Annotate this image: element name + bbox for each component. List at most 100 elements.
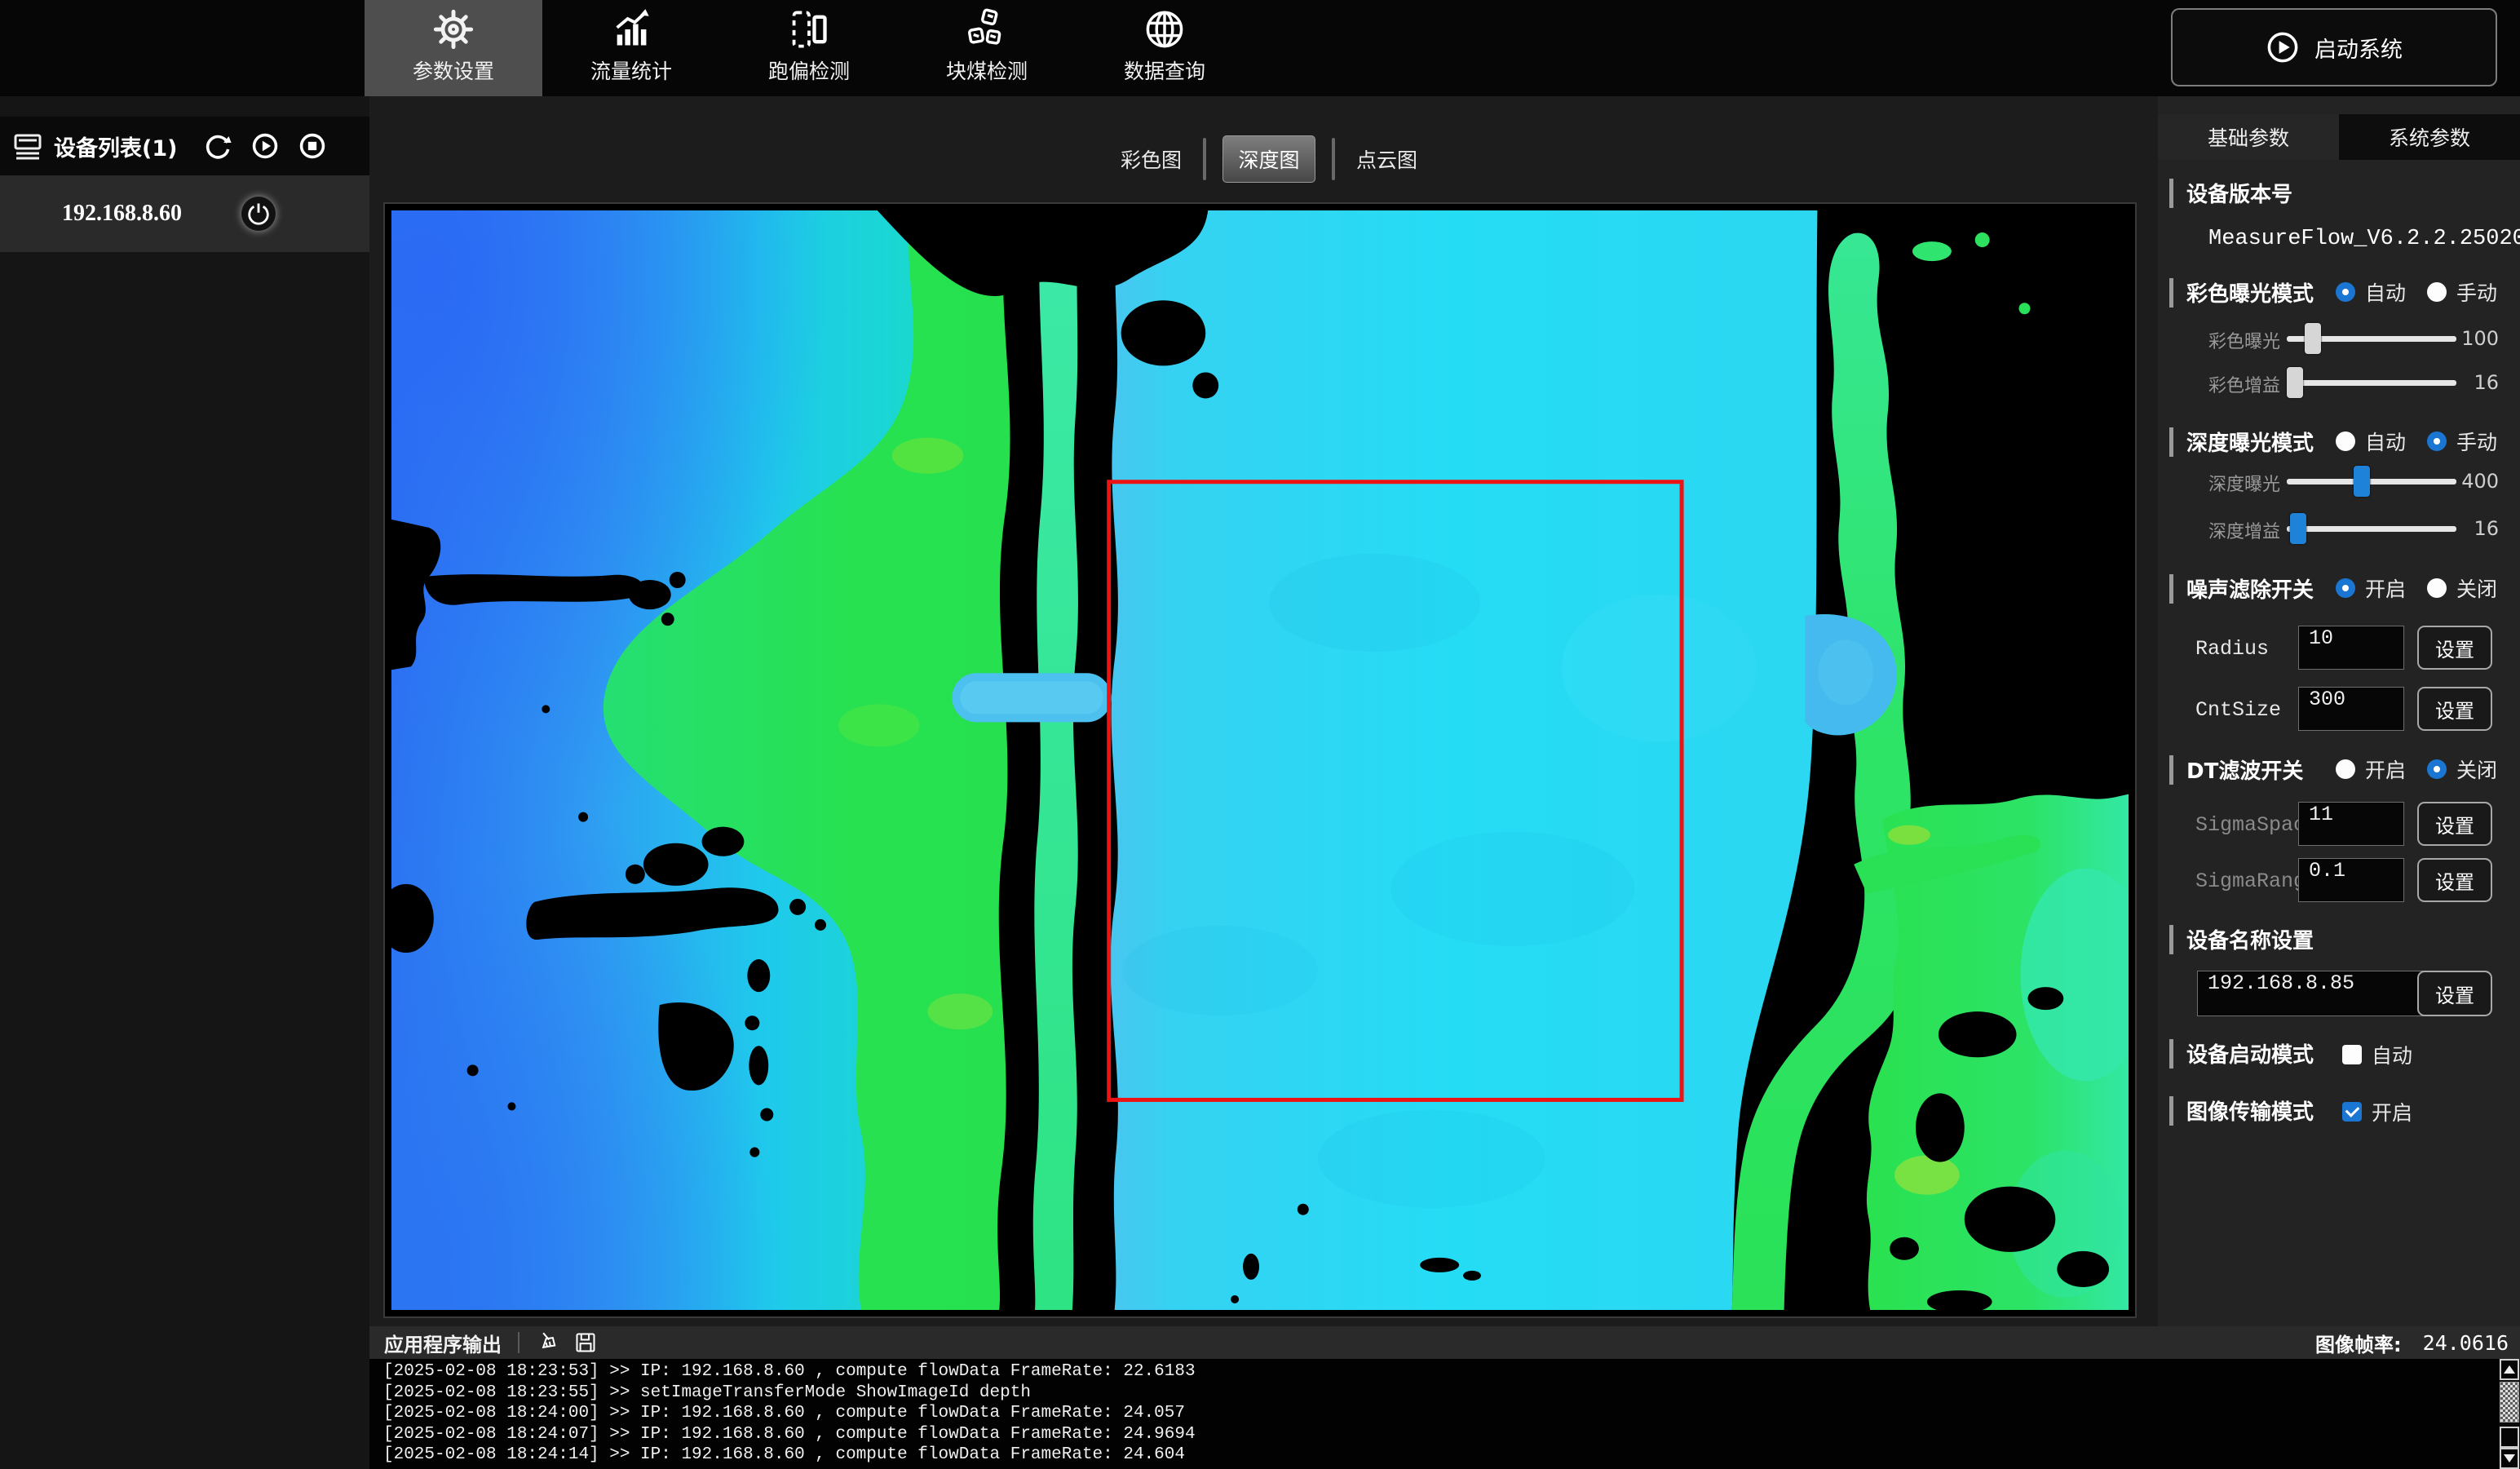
section-title: 深度曝光模式 <box>2186 427 2314 457</box>
top-toolbar: 参数设置 流量统计 跑偏检测 <box>0 0 2520 96</box>
slider-value: 400 <box>2460 470 2499 493</box>
refresh-devices-button[interactable] <box>201 130 234 162</box>
parameters-panel: 基础参数 系统参数 设备版本号 MeasureFlow_V6.2.2.25020… <box>2158 96 2520 1326</box>
radio-manual-label: 手动 <box>2456 277 2497 307</box>
device-name-row: 192.168.8.85 设置 <box>2158 971 2520 1016</box>
sigmarange-set-button[interactable]: 设置 <box>2417 858 2492 902</box>
cntsize-set-button[interactable]: 设置 <box>2417 687 2492 731</box>
transfer-enabled-checkbox[interactable] <box>2342 1102 2362 1122</box>
radio-off[interactable] <box>2427 759 2447 779</box>
toolbar-tab-flow-statistics[interactable]: 流量统计 <box>542 0 720 96</box>
toolbar-tab-label: 跑偏检测 <box>768 55 850 85</box>
section-accent-bar <box>2169 179 2173 208</box>
tab-system-params[interactable]: 系统参数 <box>2339 114 2520 160</box>
deviation-icon <box>788 8 830 51</box>
tab-separator <box>1332 138 1335 180</box>
device-name-set-button[interactable]: 设置 <box>2417 971 2492 1016</box>
console-scrollbar[interactable] <box>2499 1359 2520 1469</box>
slider-label: 深度曝光 <box>2191 470 2280 496</box>
radio-auto-label: 自动 <box>2365 277 2406 307</box>
log-console[interactable]: [2025-02-08 18:23:53] >> IP: 192.168.8.6… <box>369 1359 2520 1469</box>
radio-auto[interactable] <box>2336 431 2355 451</box>
device-power-button[interactable] <box>241 197 276 231</box>
toolbar-tab-deviation-detect[interactable]: 跑偏检测 <box>720 0 898 96</box>
slider-handle[interactable] <box>2287 367 2303 398</box>
toolbar-tab-coal-detect[interactable]: 块煤检测 <box>898 0 1076 96</box>
output-separator <box>518 1332 519 1353</box>
radio-manual[interactable] <box>2427 282 2447 302</box>
depth-gain-slider[interactable] <box>2287 526 2456 532</box>
radio-on-label: 开启 <box>2365 573 2406 603</box>
section-accent-bar <box>2169 574 2173 604</box>
depth-image-frame <box>383 202 2137 1318</box>
start-mode-checkbox-row: 自动 <box>2342 1040 2434 1069</box>
slider-handle[interactable] <box>2290 513 2306 544</box>
section-accent-bar <box>2169 1039 2173 1069</box>
section-accent-bar <box>2169 427 2173 457</box>
slider-handle[interactable] <box>2354 466 2370 497</box>
start-system-button[interactable]: 启动系统 <box>2171 8 2497 86</box>
device-list-item[interactable]: 192.168.8.60 <box>0 175 369 252</box>
color-exposure-slider[interactable] <box>2287 336 2456 342</box>
radius-input[interactable]: 10 <box>2298 626 2404 670</box>
tab-basic-params[interactable]: 基础参数 <box>2158 114 2339 160</box>
cntsize-field-row: CntSize 300 设置 <box>2158 687 2520 732</box>
slider-label: 彩色增益 <box>2191 371 2280 397</box>
radio-auto[interactable] <box>2336 282 2355 302</box>
scroll-down-button[interactable] <box>2500 1448 2519 1469</box>
radio-manual-label: 手动 <box>2456 427 2497 456</box>
log-line: [2025-02-08 18:24:00] >> IP: 192.168.8.6… <box>383 1403 2487 1424</box>
transfer-mode-checkbox-row: 开启 <box>2342 1097 2434 1126</box>
sigmaspace-set-button[interactable]: 设置 <box>2417 802 2492 846</box>
coal-blocks-icon <box>966 8 1008 51</box>
save-log-button[interactable] <box>573 1330 598 1355</box>
tab-depth-image[interactable]: 深度图 <box>1222 135 1315 183</box>
slider-value: 16 <box>2460 517 2499 540</box>
stop-all-button[interactable] <box>296 130 329 162</box>
radio-on[interactable] <box>2336 759 2355 779</box>
sigmarange-input[interactable]: 0.1 <box>2298 858 2404 902</box>
toolbar-tab-data-query[interactable]: 数据查询 <box>1076 0 1253 96</box>
radio-off-label: 关闭 <box>2456 573 2497 603</box>
scroll-up-button[interactable] <box>2500 1359 2519 1380</box>
radio-auto-label: 自动 <box>2365 427 2406 456</box>
dt-filter-radios: 开启 关闭 <box>2336 754 2518 784</box>
device-list-title: 设备列表(1) <box>54 131 177 162</box>
color-exposure-mode-radios: 自动 手动 <box>2336 277 2518 307</box>
radius-label: Radius <box>2195 637 2269 661</box>
scroll-page-button[interactable] <box>2500 1427 2519 1448</box>
radio-on[interactable] <box>2336 578 2355 598</box>
section-accent-bar <box>2169 278 2173 308</box>
scroll-thumb[interactable] <box>2500 1382 2519 1423</box>
output-title: 应用程序输出 <box>384 1329 502 1357</box>
toolbar-tab-parameter-settings[interactable]: 参数设置 <box>365 0 542 96</box>
radius-set-button[interactable]: 设置 <box>2417 626 2492 670</box>
depth-exposure-slider-row: 深度曝光 400 <box>2158 465 2520 498</box>
depth-map-image <box>391 210 2129 1310</box>
slider-label: 彩色曝光 <box>2191 327 2280 353</box>
play-circle-icon <box>2266 30 2300 64</box>
device-name-input[interactable]: 192.168.8.85 <box>2197 971 2430 1016</box>
transfer-enabled-label: 开启 <box>2372 1097 2412 1126</box>
depth-gain-slider-row: 深度增益 16 <box>2158 512 2520 545</box>
clear-log-button[interactable] <box>536 1330 560 1355</box>
tab-pointcloud-image[interactable]: 点云图 <box>1351 144 1422 174</box>
start-all-button[interactable] <box>249 130 281 162</box>
flow-chart-icon <box>610 8 652 51</box>
depth-exposure-slider[interactable] <box>2287 479 2456 485</box>
radio-manual[interactable] <box>2427 431 2447 451</box>
auto-start-checkbox[interactable] <box>2342 1045 2362 1064</box>
color-gain-slider[interactable] <box>2287 380 2456 386</box>
slider-handle[interactable] <box>2305 323 2321 354</box>
depth-exposure-mode-radios: 自动 手动 <box>2336 427 2518 456</box>
section-accent-bar <box>2169 925 2173 954</box>
power-icon <box>246 201 271 226</box>
tab-color-image[interactable]: 彩色图 <box>1116 144 1187 174</box>
radio-off-label: 关闭 <box>2456 754 2497 784</box>
toolbar-tab-label: 参数设置 <box>413 55 494 85</box>
cntsize-input[interactable]: 300 <box>2298 687 2404 731</box>
radio-off[interactable] <box>2427 578 2447 598</box>
section-title: 图像传输模式 <box>2186 1095 2314 1126</box>
sigmaspace-input[interactable]: 11 <box>2298 802 2404 846</box>
radius-field-row: Radius 10 设置 <box>2158 626 2520 671</box>
